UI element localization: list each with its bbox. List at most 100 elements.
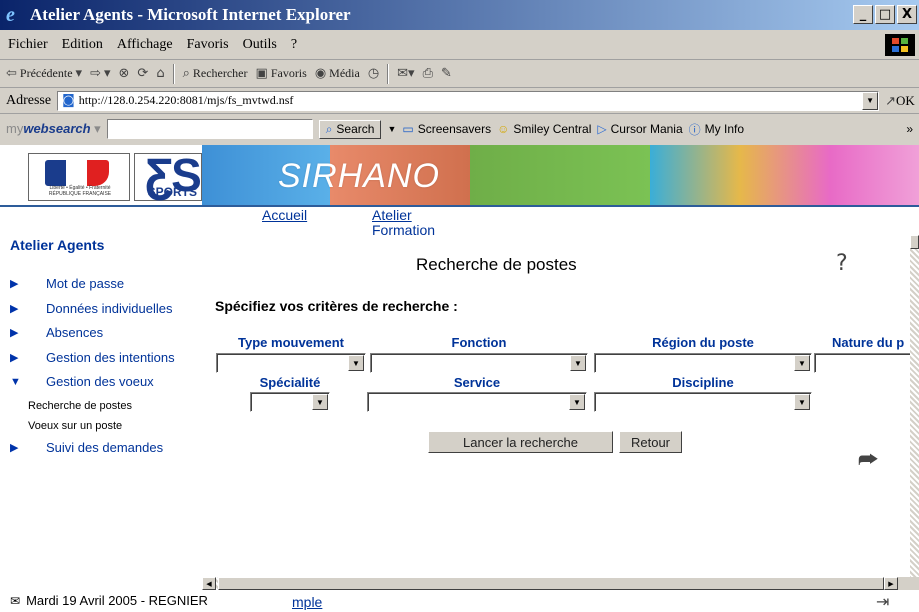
menu-help[interactable]: ? [291, 37, 297, 53]
monitor-icon: ▭ [402, 122, 414, 136]
maximize-button[interactable]: □ [875, 5, 895, 24]
sports-label: SPORTS [147, 185, 197, 199]
close-button[interactable]: X [897, 5, 917, 24]
window-title: Atelier Agents - Microsoft Internet Expl… [30, 5, 351, 24]
mywebsearch-logo[interactable]: mywebsearch ▾ [6, 121, 101, 137]
window-controls: _ □ X [853, 5, 917, 24]
sidebar-item-suivi-demandes[interactable]: ▶ Suivi des demandes [10, 440, 163, 455]
brand-prefix: my [6, 121, 24, 136]
help-icon[interactable]: ? [836, 251, 848, 276]
search-dropdown-icon[interactable]: ▼ [387, 124, 396, 134]
sidebar-item-mot-de-passe[interactable]: ▶ Mot de passe [10, 276, 124, 291]
go-button[interactable]: ↗OK [885, 93, 915, 109]
media-button[interactable]: ◉ Média [315, 66, 360, 81]
horizontal-scrollbar[interactable]: ◀ ▶ [202, 577, 910, 590]
chevron-more-icon[interactable]: » [906, 122, 913, 136]
scroll-right-button[interactable]: ▶ [884, 577, 898, 590]
back-button[interactable]: ⇦ Précédente ▾ [6, 66, 82, 81]
menu-fichier[interactable]: Fichier [8, 37, 48, 53]
return-arrow-icon[interactable]: ⮫ [858, 448, 878, 473]
menu-edition[interactable]: Edition [62, 37, 103, 53]
sidebar-item-label: Suivi des demandes [46, 440, 164, 455]
forward-arrow-icon: ⇨ [90, 66, 101, 81]
cursor-mania-link[interactable]: ▷ Cursor Mania [597, 122, 682, 136]
ie-logo-icon: e [6, 4, 15, 26]
chevron-down-icon: ▼ [570, 355, 586, 371]
go-label: OK [896, 92, 915, 108]
page-icon: ◙ [62, 93, 75, 108]
specialite-select[interactable]: ▼ [250, 392, 330, 412]
status-date-area: ✉ Mardi 19 Avril 2005 - REGNIER [10, 593, 208, 608]
smiley-central-link[interactable]: ☺ Smiley Central [497, 122, 591, 136]
sidebar-item-donnees-individuelles[interactable]: ▶ Données individuelles [10, 301, 172, 316]
triangle-right-icon: ▶ [10, 327, 19, 339]
region-select[interactable]: ▼ [594, 353, 812, 373]
label-nature-poste: Nature du p [832, 335, 905, 350]
service-select[interactable]: ▼ [367, 392, 587, 412]
search-btn-label: Search [336, 122, 375, 136]
triangle-down-icon: ▼ [10, 375, 21, 388]
screensavers-label: Screensavers [417, 122, 492, 136]
windows-logo-icon [885, 34, 915, 56]
label-service: Service [453, 375, 501, 390]
edit-icon[interactable]: ✎ [441, 66, 452, 81]
my-info-link[interactable]: ⓘ My Info [689, 121, 744, 138]
nature-select[interactable] [814, 353, 910, 373]
site-banner: Liberté • Égalité • Fraternité RÉPUBLIQU… [0, 145, 919, 207]
go-arrow-icon: ↗ [885, 93, 897, 109]
vertical-scrollbar[interactable] [910, 235, 919, 590]
favorites-button[interactable]: ▣ Favoris [256, 66, 307, 81]
sidebar-item-absences[interactable]: ▶ Absences [10, 325, 103, 340]
scroll-left-button[interactable]: ◀ [202, 577, 216, 590]
type-mouvement-select[interactable]: ▼ [216, 353, 366, 373]
republique-text: Liberté • Égalité • Fraternité RÉPUBLIQU… [48, 185, 112, 197]
scroll-thumb[interactable] [218, 577, 884, 590]
main-panel: Recherche de postes ? Spécifiez vos crit… [202, 235, 910, 590]
minimize-button[interactable]: _ [853, 5, 873, 24]
search-submit-button[interactable]: Lancer la recherche [428, 431, 613, 453]
mail-icon[interactable]: ✉▾ [397, 66, 414, 81]
menu-affichage[interactable]: Affichage [117, 37, 173, 53]
app-name: SIRHANO [278, 157, 440, 195]
sidebar-subitem-recherche-postes[interactable]: Recherche de postes [28, 400, 132, 412]
sidebar-item-gestion-voeux[interactable]: ▼ Gestion des voeux [10, 374, 154, 389]
address-dropdown-button[interactable]: ▼ [862, 91, 879, 110]
search-button[interactable]: ⌕ Rechercher [183, 66, 248, 81]
fonction-select[interactable]: ▼ [370, 353, 588, 373]
republique-francaise-logo: Liberté • Égalité • Fraternité RÉPUBLIQU… [28, 153, 130, 201]
status-link[interactable]: mple [292, 594, 322, 610]
media-label: Média [329, 66, 360, 80]
stop-icon[interactable]: ⊗ [119, 66, 130, 81]
sidebar-subitem-voeux-poste[interactable]: Voeux sur un poste [28, 420, 122, 432]
print-icon[interactable]: ⎙ [423, 66, 433, 81]
sidebar: Atelier Agents ▶ Mot de passe ▶ Données … [0, 235, 202, 590]
scroll-up-button[interactable] [910, 235, 919, 249]
menu-favoris[interactable]: Favoris [187, 37, 229, 53]
exit-door-icon[interactable]: ⇥ [876, 592, 889, 611]
discipline-select[interactable]: ▼ [594, 392, 812, 412]
back-button[interactable]: Retour [619, 431, 682, 453]
forward-button[interactable]: ⇨ ▾ [90, 66, 110, 81]
menu-outils[interactable]: Outils [243, 37, 277, 53]
websearch-input[interactable] [106, 119, 313, 139]
label-type-mouvement: Type mouvement [238, 335, 344, 350]
nav-accueil-link[interactable]: Accueil [262, 208, 307, 222]
address-input[interactable]: ◙ http://128.0.254.220:8081/mjs/fs_mvtwd… [57, 90, 880, 111]
chevron-down-icon: ▼ [312, 394, 328, 410]
label-specialite: Spécialité [259, 375, 321, 390]
brand-strong: websearch [23, 121, 91, 136]
cursor-icon: ▷ [597, 122, 607, 136]
screensavers-link[interactable]: ▭ Screensavers [402, 122, 491, 136]
back-arrow-icon: ⇦ [6, 66, 17, 81]
home-icon[interactable]: ⌂ [156, 66, 164, 81]
nav-atelier-link[interactable]: Atelier [372, 208, 412, 222]
history-icon[interactable]: ◷ [368, 66, 379, 81]
address-bar: Adresse ◙ http://128.0.254.220:8081/mjs/… [0, 88, 919, 114]
sidebar-item-label: Absences [46, 325, 104, 340]
browser-chrome: Fichier Edition Affichage Favoris Outils… [0, 30, 919, 145]
refresh-icon[interactable]: ⟳ [137, 66, 148, 81]
sidebar-item-label: Gestion des intentions [46, 350, 175, 365]
sidebar-item-gestion-intentions[interactable]: ▶ Gestion des intentions [10, 350, 175, 365]
websearch-search-button[interactable]: ⌕ Search [318, 119, 382, 139]
favorites-label: Favoris [270, 66, 307, 80]
